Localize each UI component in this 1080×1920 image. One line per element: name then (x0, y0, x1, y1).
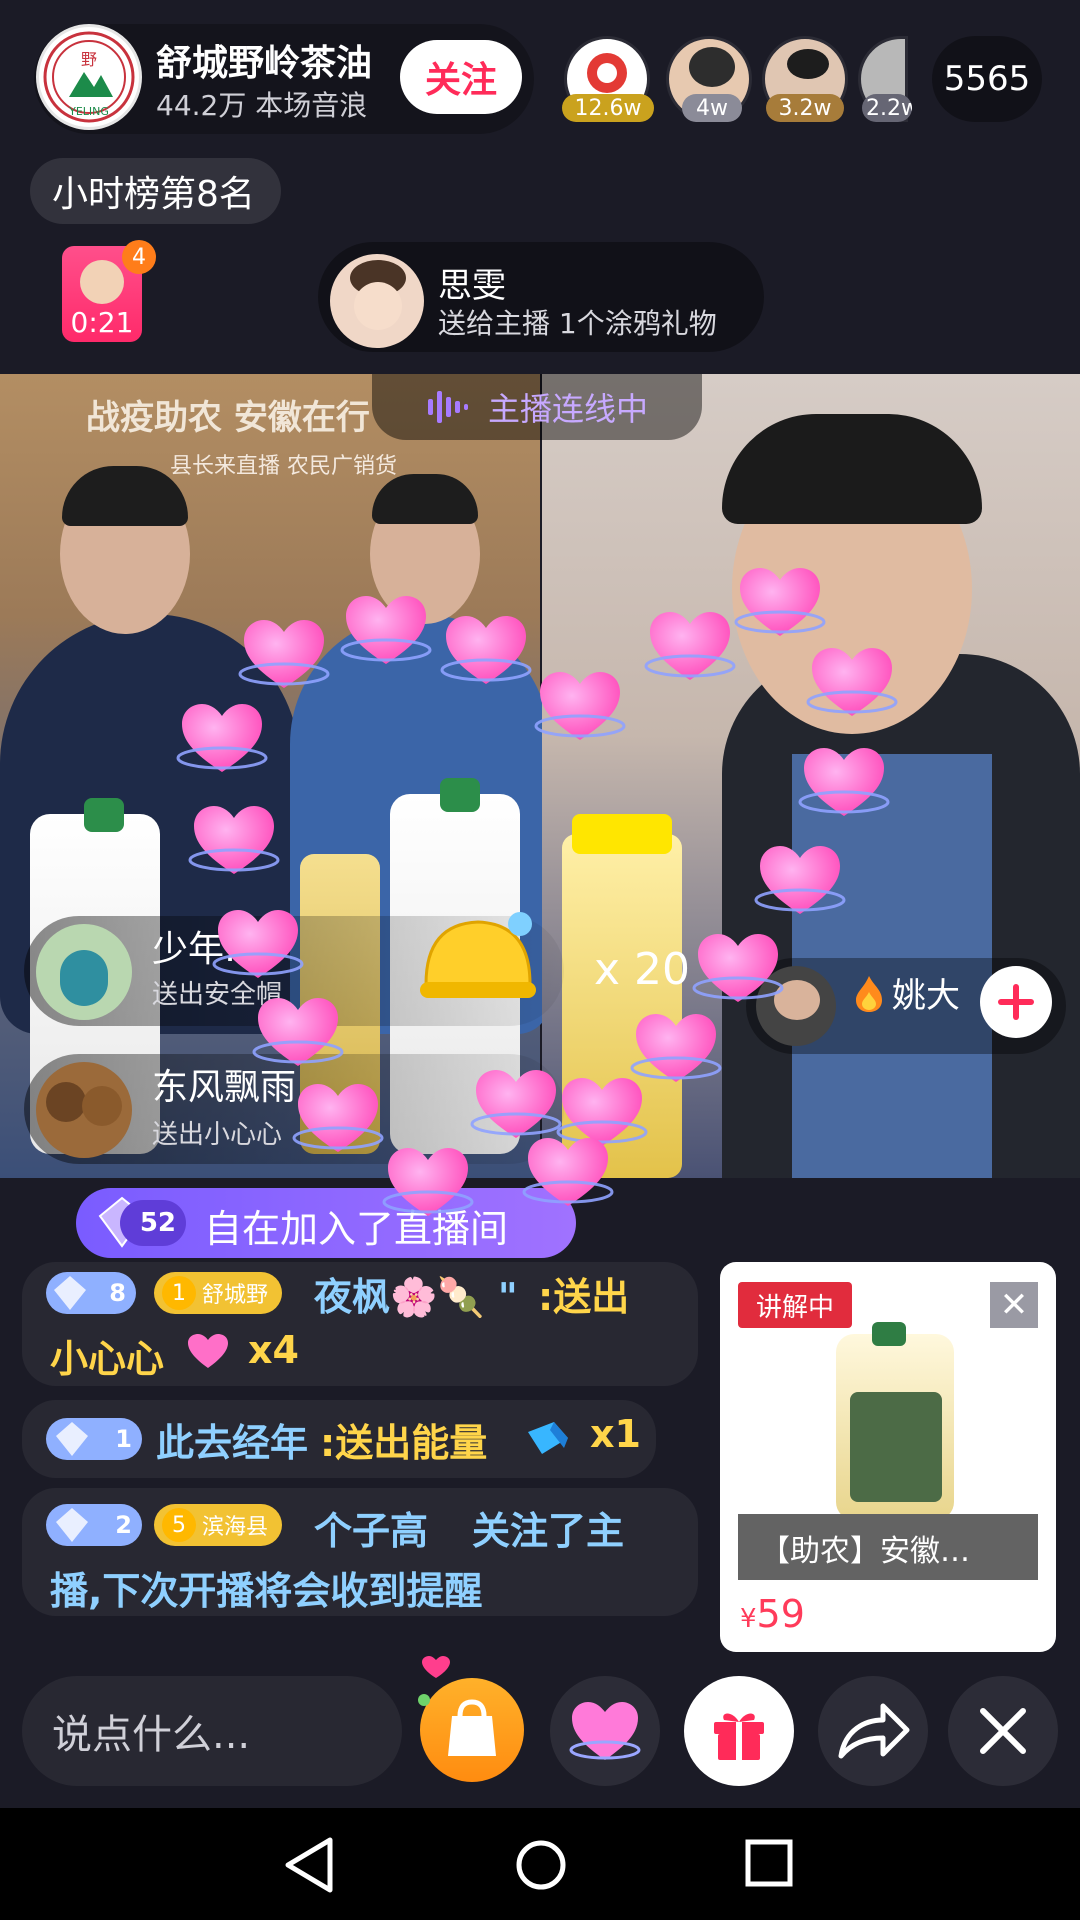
host-video-banner-title: 战疫助农 安徽在行 (86, 398, 370, 438)
small-heart-gift-icon (188, 1334, 228, 1368)
gift-notice-text: 送给主播 1个涂鸦礼物 (438, 307, 717, 340)
follow-guest-button[interactable] (980, 966, 1052, 1038)
floating-heart-icon (440, 616, 532, 684)
chat-3-club-level: 5 (162, 1508, 196, 1542)
gift-row-2-avatar[interactable] (36, 1062, 132, 1158)
top-viewer-4-badge: 2.2w (862, 94, 912, 122)
host-person-2-hair (372, 474, 478, 524)
chat-3-text-line-1: 关注了主 (472, 1509, 625, 1553)
product-price-value: 59 (756, 1592, 805, 1636)
chat-2-count: x1 (590, 1412, 641, 1456)
guest-person-hair (722, 414, 982, 524)
viewer-2-hair (689, 47, 735, 87)
floating-heart-icon (238, 620, 330, 688)
gift-box-count: 4 (122, 240, 156, 274)
gift-notice-avatar (330, 254, 424, 348)
product-explaining-badge: 讲解中 (738, 1282, 852, 1328)
join-user-level: 52 (120, 1200, 186, 1246)
svg-text:野: 野 (81, 50, 97, 69)
floating-heart-icon (382, 1148, 474, 1216)
guest-oil-bottle-cap (572, 814, 672, 854)
gift-icon (714, 1713, 764, 1760)
floating-heart-icon (188, 806, 280, 874)
product-image-cap (872, 1322, 906, 1346)
floating-heart-icon (522, 1138, 614, 1206)
floating-heart-icon (644, 612, 736, 680)
co-host-link-indicator: 主播连线中 (372, 374, 702, 440)
close-live-button[interactable] (948, 1676, 1058, 1786)
chat-1-user[interactable]: 夜枫🌸🍡 " (314, 1266, 518, 1321)
host-video-banner-subtitle: 县长来直播 农民广销货 (170, 454, 397, 479)
chat-1-action: :送出 (538, 1275, 630, 1319)
gift-box-timer: 0:21 (70, 306, 134, 339)
gift-box-avatar (80, 260, 124, 304)
viewer-count[interactable]: 5565 (932, 36, 1042, 122)
like-button[interactable] (550, 1676, 660, 1786)
gift-row-2-desc: 送出小心心 (152, 1120, 283, 1150)
fire-icon (856, 976, 882, 1012)
share-arrow-icon (838, 1703, 910, 1759)
close-icon (980, 1708, 1026, 1754)
floating-heart-icon (534, 672, 626, 740)
heart-icon (569, 1702, 641, 1760)
floating-heart-icon (212, 910, 304, 978)
floating-heart-icon (692, 934, 784, 1002)
floating-heart-icon (340, 596, 432, 664)
floating-heart-icon (806, 648, 898, 716)
product-price-currency: ¥ (740, 1604, 757, 1634)
top-viewer-2-badge: 4w (682, 94, 742, 122)
plus-icon (998, 984, 1034, 1020)
floating-heart-icon (734, 568, 826, 636)
product-title[interactable]: 【助农】安徽… (760, 1526, 970, 1570)
hourly-rank-pill[interactable]: 小时榜第8名 (30, 158, 281, 224)
comment-input[interactable]: 说点什么... (22, 1676, 402, 1786)
oil-jug-1-cap (84, 798, 124, 832)
home-nav-icon[interactable] (514, 1838, 568, 1892)
oil-jug-2-cap (440, 778, 480, 812)
hard-hat-gift-icon (420, 912, 536, 998)
product-image-label (850, 1392, 942, 1502)
chat-3-user[interactable]: 个子高 (314, 1500, 428, 1555)
gift-combo-multiplier: x 20 (594, 944, 691, 995)
share-button[interactable] (818, 1676, 928, 1786)
gift-row-1-avatar[interactable] (36, 924, 132, 1020)
guest-name: 姚大 (892, 976, 960, 1016)
host-name: 舒城野岭茶油 (156, 43, 373, 84)
chat-3-text-line-2: 播,下次开播将会收到提醒 (50, 1569, 483, 1613)
chat-2-diamond-icon (56, 1422, 88, 1456)
floating-heart-icon (754, 846, 846, 914)
gift-notice-name: 思雯 (438, 266, 506, 306)
co-host-link-label: 主播连线中 (487, 390, 648, 428)
gift-button[interactable] (684, 1676, 794, 1786)
top-viewer-3-badge: 3.2w (766, 94, 844, 122)
follow-button[interactable]: 关注 (400, 40, 522, 114)
floating-heart-icon (252, 998, 344, 1066)
audio-wave-icon (427, 391, 468, 423)
chat-1-action-gift: 小心心 (50, 1337, 165, 1381)
back-nav-icon[interactable] (282, 1836, 336, 1894)
shopping-bag-hearts-icon (418, 1656, 450, 1706)
chat-1-count: x4 (248, 1328, 299, 1372)
host-logo[interactable]: 野 YELING (36, 24, 142, 130)
top-viewer-1-badge: 12.6w (562, 94, 654, 122)
product-price: ¥59 (740, 1592, 805, 1636)
floating-heart-icon (798, 748, 890, 816)
energy-gift-icon (528, 1422, 568, 1454)
floating-heart-icon (292, 1084, 384, 1152)
recents-nav-icon[interactable] (744, 1838, 794, 1888)
viewer-3-hair (787, 49, 829, 79)
floating-heart-icon (176, 704, 268, 772)
host-logo-text: YELING (69, 105, 109, 118)
chat-1-club-level: 1 (162, 1276, 196, 1310)
chat-3-diamond-icon (56, 1508, 88, 1542)
chat-1-diamond-icon (54, 1276, 86, 1310)
chat-2-action: :送出能量 (320, 1421, 488, 1465)
product-close-button[interactable]: ✕ (990, 1282, 1038, 1328)
host-subtitle: 44.2万 本场音浪 (156, 89, 368, 122)
chat-2-user[interactable]: 此去经年 (156, 1412, 308, 1467)
